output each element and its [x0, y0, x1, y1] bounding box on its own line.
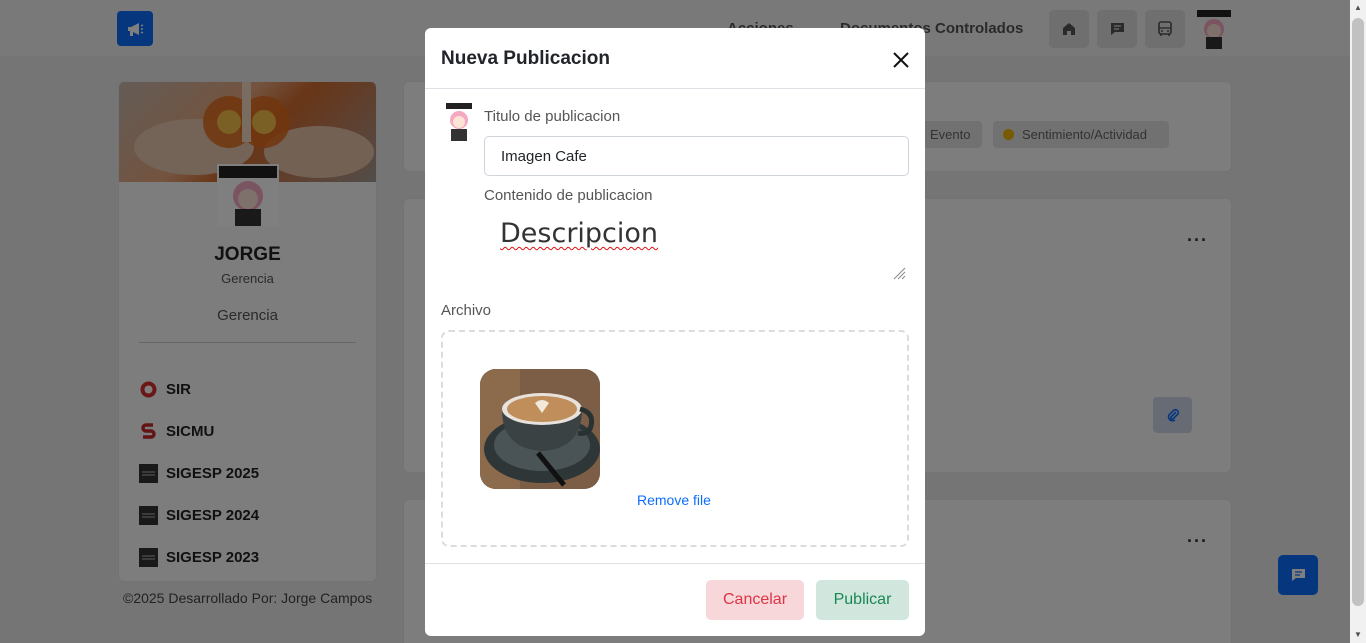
- file-label: Archivo: [441, 302, 492, 319]
- title-label: Titulo de publicacion: [484, 108, 621, 125]
- resize-handle-icon[interactable]: [892, 266, 906, 280]
- content-label: Contenido de publicacion: [484, 187, 653, 204]
- scroll-up-icon[interactable]: ▲: [1352, 2, 1364, 14]
- file-dropzone[interactable]: Remove file: [441, 330, 909, 547]
- new-post-modal: Nueva Publicacion Titulo de publicacion …: [425, 28, 925, 636]
- file-preview-image: [480, 369, 600, 489]
- modal-footer: Cancelar Publicar: [425, 563, 925, 636]
- author-avatar: [443, 103, 475, 141]
- coffee-cup-image: [480, 369, 600, 489]
- cancel-button[interactable]: Cancelar: [706, 580, 804, 620]
- close-button[interactable]: [887, 46, 915, 74]
- scrollbar-thumb[interactable]: [1352, 18, 1364, 606]
- anime-avatar-icon: [446, 103, 472, 141]
- modal-title: Nueva Publicacion: [441, 48, 610, 69]
- close-icon: [893, 52, 909, 68]
- remove-file-link[interactable]: Remove file: [637, 492, 711, 508]
- publish-button[interactable]: Publicar: [816, 580, 909, 620]
- content-textarea[interactable]: Descripcion: [484, 212, 909, 284]
- content-text: Descripcion: [500, 218, 659, 249]
- scroll-down-icon[interactable]: ▼: [1352, 629, 1364, 641]
- title-input[interactable]: [484, 136, 909, 176]
- modal-header: Nueva Publicacion: [425, 28, 925, 89]
